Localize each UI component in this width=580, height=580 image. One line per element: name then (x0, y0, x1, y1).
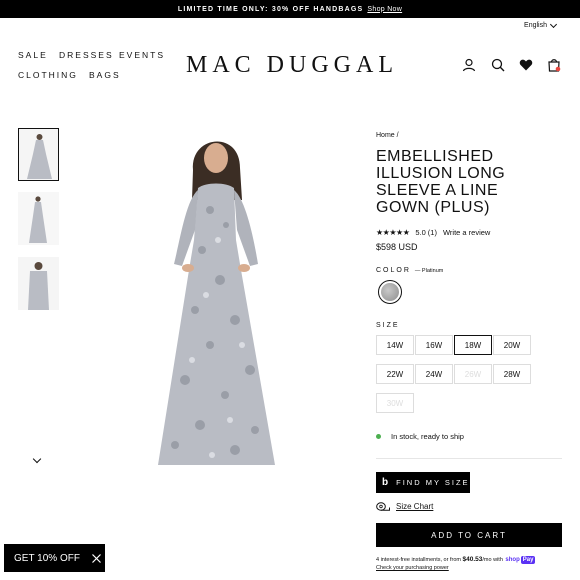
check-purchasing-power-link[interactable]: Check your purchasing power (376, 565, 449, 571)
dress-thumbnail-image (19, 129, 58, 180)
announcement-text: LIMITED TIME ONLY: 30% OFF HANDBAGS (177, 5, 364, 13)
installments-amount: $40.53 (462, 556, 483, 563)
breadcrumb: Home / (376, 132, 399, 139)
shop-pay-logo-text: shop (505, 557, 520, 563)
breadcrumb-home[interactable]: Home (376, 132, 395, 139)
thumbnail-1[interactable] (18, 128, 59, 181)
size-option[interactable]: 20W (493, 335, 531, 355)
promo-tab[interactable]: GET 10% OFF (4, 544, 105, 572)
size-option-unavailable[interactable]: 26W (454, 364, 492, 384)
divider (376, 458, 562, 459)
announcement-bar: LIMITED TIME ONLY: 30% OFF HANDBAGS Shop… (0, 0, 580, 18)
dress-thumbnail-image (18, 192, 59, 245)
tape-measure-icon (376, 502, 390, 511)
language-label: English (524, 22, 547, 29)
size-option-selected[interactable]: 18W (454, 335, 492, 355)
size-chart-label: Size Chart (396, 502, 434, 511)
size-chart-link[interactable]: Size Chart (376, 502, 433, 511)
nav-item-sale[interactable]: SALE (18, 50, 48, 60)
find-my-size-label: FIND MY SIZE (396, 478, 470, 487)
size-option[interactable]: 28W (493, 364, 531, 384)
brand-logo[interactable]: MAC DUGGAL (186, 52, 398, 79)
stock-text: In stock, ready to ship (391, 432, 464, 441)
review-count: (1) (427, 228, 437, 237)
promo-label: GET 10% OFF (14, 552, 80, 564)
find-my-size-button[interactable]: b FIND MY SIZE (376, 472, 470, 493)
product-main-image[interactable] (140, 130, 295, 470)
close-icon[interactable] (92, 553, 101, 563)
size-finder-logo-icon: b (382, 477, 389, 488)
dress-thumbnail-image (18, 257, 59, 310)
size-option[interactable]: 14W (376, 335, 414, 355)
installments-info: 4 interest-free installments, or from $4… (376, 556, 566, 572)
stock-status: In stock, ready to ship (376, 432, 464, 441)
size-label: SIZE (376, 322, 400, 329)
thumbnail-3[interactable] (18, 257, 59, 310)
nav-item-bags[interactable]: BAGS (89, 70, 121, 80)
shop-pay-badge-icon: Pay (520, 556, 536, 564)
nav-item-dresses[interactable]: DRESSES (59, 50, 114, 60)
chevron-down-icon[interactable] (32, 454, 42, 464)
rating-row: ★★★★★ 5.0 (1) Write a review (376, 228, 490, 237)
write-review-link[interactable]: Write a review (443, 228, 490, 237)
cart-icon[interactable] (547, 58, 561, 72)
size-option[interactable]: 24W (415, 364, 453, 384)
account-icon[interactable] (462, 58, 476, 72)
size-option[interactable]: 16W (415, 335, 453, 355)
chevron-down-icon (549, 20, 558, 28)
thumbnail-2[interactable] (18, 192, 59, 245)
add-to-cart-button[interactable]: ADD TO CART (376, 523, 562, 547)
nav-item-clothing[interactable]: CLOTHING (18, 70, 78, 80)
search-icon[interactable] (491, 58, 505, 72)
in-stock-dot-icon (376, 434, 381, 439)
installments-suffix: /mo with (482, 557, 503, 563)
color-value: — Platinum (414, 267, 444, 274)
installments-text: 4 interest-free installments, or from (376, 557, 461, 563)
language-selector[interactable]: English (524, 20, 558, 29)
shop-now-link[interactable]: Shop Now (367, 6, 402, 13)
heart-icon[interactable] (519, 58, 533, 72)
product-title: EMBELLISHED ILLUSION LONG SLEEVE A LINE … (376, 148, 506, 216)
color-label-row: COLOR — Platinum (376, 267, 443, 274)
breadcrumb-separator: / (396, 132, 399, 139)
size-option-unavailable[interactable]: 30W (376, 393, 414, 413)
color-swatch-platinum[interactable] (378, 280, 402, 304)
star-rating-icon[interactable]: ★★★★★ (376, 228, 410, 237)
product-price: $598 USD (376, 242, 418, 252)
color-label: COLOR (376, 267, 411, 274)
rating-value: 5.0 (415, 228, 426, 237)
size-option[interactable]: 22W (376, 364, 414, 384)
nav-item-events[interactable]: EVENTS (119, 50, 165, 60)
